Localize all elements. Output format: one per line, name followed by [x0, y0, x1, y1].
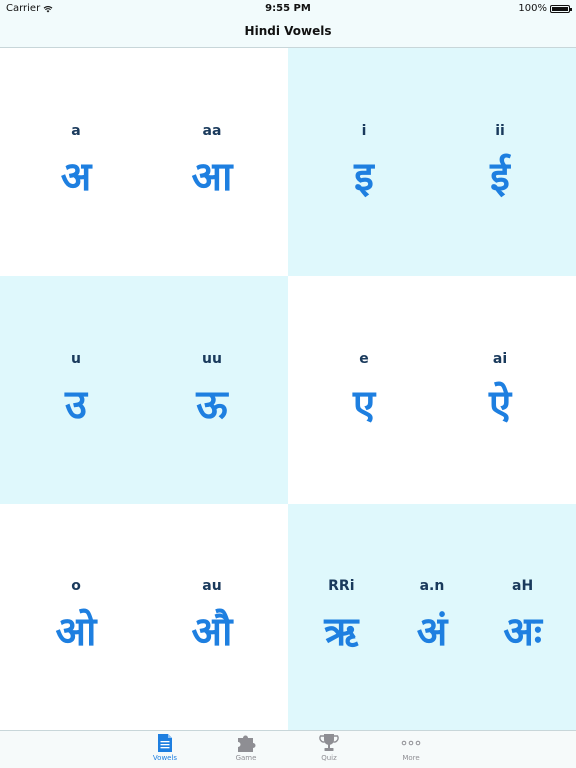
vowel-letter: आ: [191, 154, 233, 200]
navigation-bar: Hindi Vowels: [0, 18, 576, 48]
tab-bar: Vowels Game Quiz More: [0, 730, 576, 768]
vowel-letter: औ: [191, 609, 233, 655]
vowel-item[interactable]: e ए: [319, 349, 409, 431]
vowel-cell[interactable]: a अ aa आ: [0, 48, 288, 276]
vowel-transliteration: aH: [512, 578, 534, 594]
vowel-cell[interactable]: o ओ au औ: [0, 504, 288, 730]
vowel-transliteration: e: [359, 351, 369, 367]
tab-more[interactable]: More: [381, 733, 441, 762]
vowel-item[interactable]: a.n अं: [392, 576, 472, 658]
vowel-transliteration: a: [71, 123, 81, 139]
vowel-cell[interactable]: RRi ऋ a.n अं aH अः: [288, 504, 576, 730]
status-bar: Carrier 9:55 PM 100%: [0, 0, 576, 18]
vowel-item[interactable]: aH अः: [483, 576, 563, 658]
vowel-grid: a अ aa आ i इ ii ई u उ uu ऊ e ए ai ऐ o ओ …: [0, 48, 576, 730]
vowel-transliteration: ai: [492, 351, 508, 367]
vowel-transliteration: u: [71, 351, 81, 367]
vowel-letter: अं: [416, 609, 448, 655]
vowel-letter: ऋ: [324, 609, 359, 655]
vowel-letter: ऊ: [196, 382, 228, 428]
battery-indicator: 100%: [518, 3, 572, 14]
tab-quiz[interactable]: Quiz: [299, 733, 359, 762]
vowel-letter: ऐ: [488, 382, 512, 428]
vowel-item[interactable]: uu ऊ: [167, 349, 257, 431]
status-time: 9:55 PM: [265, 3, 311, 14]
tab-label: More: [402, 754, 420, 762]
vowel-letter: ई: [490, 154, 510, 200]
vowel-item[interactable]: RRi ऋ: [301, 576, 381, 658]
vowel-item[interactable]: a अ: [31, 121, 121, 203]
trophy-icon: [319, 734, 339, 751]
vowel-cell[interactable]: i इ ii ई: [288, 48, 576, 276]
vowel-letter: ए: [352, 382, 376, 428]
vowel-transliteration: a.n: [419, 578, 445, 594]
vowel-letter: ओ: [55, 609, 97, 655]
vowel-item[interactable]: au औ: [167, 576, 257, 658]
vowel-letter: उ: [65, 382, 87, 428]
more-icon: [401, 740, 421, 746]
tab-label: Game: [235, 754, 257, 762]
vowel-transliteration: o: [71, 578, 81, 594]
battery-icon: [550, 4, 572, 13]
vowel-transliteration: RRi: [328, 578, 355, 594]
vowel-letter: इ: [354, 154, 374, 200]
tab-game[interactable]: Game: [216, 733, 276, 762]
vowel-item[interactable]: ii ई: [455, 121, 545, 203]
vowel-letter: अः: [503, 609, 542, 655]
battery-percent: 100%: [518, 3, 547, 14]
vowel-letter: अ: [60, 154, 92, 200]
puzzle-icon: [238, 735, 256, 752]
vowel-transliteration: ii: [495, 123, 505, 139]
vowel-transliteration: aa: [202, 123, 222, 139]
vowel-item[interactable]: aa आ: [167, 121, 257, 203]
vowel-item[interactable]: i इ: [319, 121, 409, 203]
tab-label: Quiz: [321, 754, 337, 762]
vowel-transliteration: uu: [202, 351, 222, 367]
vowel-cell[interactable]: u उ uu ऊ: [0, 276, 288, 504]
vowel-transliteration: i: [361, 123, 367, 139]
tab-vowels[interactable]: Vowels: [135, 733, 195, 762]
vowel-item[interactable]: u उ: [31, 349, 121, 431]
vowel-item[interactable]: ai ऐ: [455, 349, 545, 431]
tab-label: Vowels: [152, 754, 178, 762]
page-title: Hindi Vowels: [244, 24, 332, 38]
vowel-cell[interactable]: e ए ai ऐ: [288, 276, 576, 504]
vowel-item[interactable]: o ओ: [31, 576, 121, 658]
vowel-transliteration: au: [202, 578, 222, 594]
document-icon: [158, 734, 172, 752]
